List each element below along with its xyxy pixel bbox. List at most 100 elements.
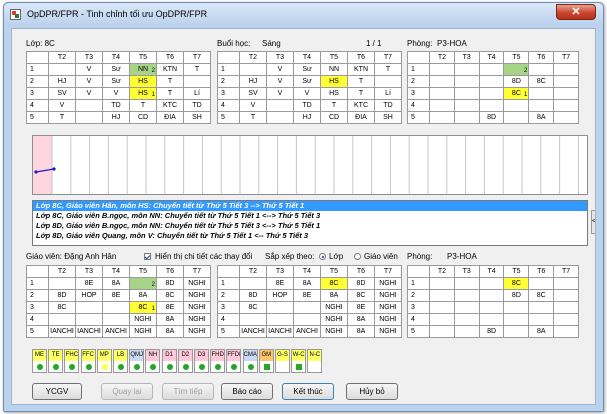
timetable-cell[interactable]: 8A [293, 277, 321, 290]
timetable-cell[interactable] [503, 301, 530, 314]
timetable-cell[interactable]: ANCHI [102, 325, 130, 338]
timetable-cell[interactable] [553, 301, 579, 314]
timetable-cell[interactable]: KTN [347, 63, 375, 76]
timetable-cell[interactable]: Sư [293, 63, 321, 76]
timetable-cell[interactable]: 8A [528, 111, 555, 124]
timetable-cell[interactable]: T [48, 111, 76, 124]
timetable-cell[interactable] [102, 313, 130, 326]
timetable-cell[interactable] [553, 75, 579, 88]
legend-item[interactable]: FHC [64, 349, 80, 373]
legend-item[interactable]: D3 [194, 349, 209, 373]
timetable-cell[interactable] [75, 111, 103, 124]
timetable-cell[interactable]: 8C 1 [503, 87, 530, 100]
timetable-cell[interactable]: NGHI [320, 301, 348, 314]
legend-item[interactable]: MP [96, 349, 112, 373]
timetable-cell[interactable]: T [129, 99, 157, 112]
timetable-cell[interactable]: 8A [528, 325, 555, 338]
timetable-cell[interactable]: CD [320, 111, 348, 124]
legend-item[interactable]: G-S [275, 349, 290, 373]
timetable-cell[interactable] [75, 313, 103, 326]
timetable-cell[interactable] [528, 87, 555, 100]
timetable-cell[interactable] [553, 63, 579, 76]
timetable-cell[interactable] [478, 75, 505, 88]
timetable-cell[interactable]: HOP [75, 289, 103, 302]
timetable-cell[interactable]: V [266, 63, 294, 76]
timetable-cell[interactable]: V [48, 99, 76, 112]
timetable-cell[interactable]: 8E [266, 277, 294, 290]
timetable-cell[interactable] [374, 75, 402, 88]
finish-button[interactable]: Kết thúc [282, 383, 334, 400]
timetable-cell[interactable]: 8A [102, 277, 130, 290]
timetable-cell[interactable] [453, 289, 480, 302]
timetable-cell[interactable]: NGHI [183, 325, 211, 338]
timetable-cell[interactable] [429, 99, 455, 112]
timetable-cell[interactable]: 8C [320, 277, 348, 290]
timetable-cell[interactable]: HS [320, 75, 348, 88]
timetable-cell[interactable]: 8D [503, 289, 530, 302]
timetable-cell[interactable]: NGHI [374, 313, 402, 326]
timetable-cell[interactable] [503, 313, 530, 326]
timetable-cell[interactable]: 8A [156, 325, 184, 338]
legend-item[interactable]: FFC [80, 349, 96, 373]
timetable-cell[interactable]: KTC [156, 99, 184, 112]
timetable-cell[interactable]: Lí [374, 87, 402, 100]
timetable-cell[interactable]: V [293, 87, 321, 100]
timetable-cell[interactable] [429, 289, 455, 302]
timetable-cell[interactable]: NGHI [374, 301, 402, 314]
timetable-cell[interactable] [239, 313, 267, 326]
timetable-cell[interactable] [453, 75, 480, 88]
timetable-cell[interactable]: KTC [347, 99, 375, 112]
timetable-cell[interactable]: T [320, 99, 348, 112]
timetable-cell[interactable]: HJ [293, 111, 321, 124]
close-button[interactable]: ✕ [556, 4, 596, 20]
show-detail-checkbox[interactable] [144, 253, 151, 260]
timetable-cell[interactable] [478, 87, 505, 100]
timetable-cell[interactable]: Sư [293, 75, 321, 88]
timetable-cell[interactable]: V [75, 75, 103, 88]
timetable-cell[interactable] [75, 99, 103, 112]
timetable-cell[interactable]: KTN [156, 63, 184, 76]
timetable-cell[interactable]: NGHI [183, 313, 211, 326]
log-item[interactable]: Lớp 8C, Giáo viên Hân, môn HS: Chuyển ti… [33, 201, 587, 211]
timetable-cell[interactable]: ĐIA [156, 111, 184, 124]
timetable-cell[interactable]: T [347, 87, 375, 100]
timetable-cell[interactable]: T [156, 75, 184, 88]
timetable-cell[interactable] [478, 99, 505, 112]
timetable-cell[interactable] [239, 277, 267, 290]
timetable-cell[interactable]: TD [102, 99, 130, 112]
timetable-cell[interactable]: T [239, 111, 267, 124]
timetable-cell[interactable] [453, 111, 480, 124]
timetable-cell[interactable] [239, 63, 267, 76]
timetable-cell[interactable] [503, 99, 530, 112]
timetable-cell[interactable] [429, 111, 455, 124]
timetable-cell[interactable] [429, 75, 455, 88]
timetable-cell[interactable]: 8D [478, 325, 505, 338]
timetable-cell[interactable]: NGHI [183, 289, 211, 302]
ycgv-button[interactable]: YCGV [32, 383, 82, 400]
panel-splitter[interactable]: < [591, 210, 595, 234]
timetable-cell[interactable]: SV [239, 87, 267, 100]
legend-item[interactable]: ME [32, 349, 47, 373]
timetable-cell[interactable] [553, 277, 579, 290]
timetable-cell[interactable] [48, 63, 76, 76]
timetable-cell[interactable] [266, 313, 294, 326]
timetable-cell[interactable] [528, 99, 555, 112]
timetable-cell[interactable] [429, 301, 455, 314]
timetable-cell[interactable]: ĐIA [347, 111, 375, 124]
sort-teacher-radio[interactable] [354, 253, 361, 260]
timetable-cell[interactable] [453, 87, 480, 100]
timetable-cell[interactable]: IANCHI [239, 325, 267, 338]
timetable-cell[interactable] [48, 313, 76, 326]
timetable-cell[interactable]: V [266, 87, 294, 100]
timetable-cell[interactable]: 8E [75, 277, 103, 290]
timetable-cell[interactable]: 8E [347, 301, 375, 314]
timetable-cell[interactable]: T [156, 87, 184, 100]
timetable-cell[interactable]: 2 [503, 63, 530, 76]
legend-item[interactable]: LB [113, 349, 128, 373]
change-log-list[interactable]: Lớp 8C, Giáo viên Hân, môn HS: Chuyển ti… [32, 200, 588, 246]
timetable-cell[interactable]: NGHI [374, 325, 402, 338]
timetable-cell[interactable]: V [75, 63, 103, 76]
log-item[interactable]: Lớp 8D, Giáo viên B.ngọc, môn NN: Chuyển… [33, 221, 587, 231]
timetable-cell[interactable] [453, 301, 480, 314]
legend-item[interactable]: GM [258, 349, 274, 373]
